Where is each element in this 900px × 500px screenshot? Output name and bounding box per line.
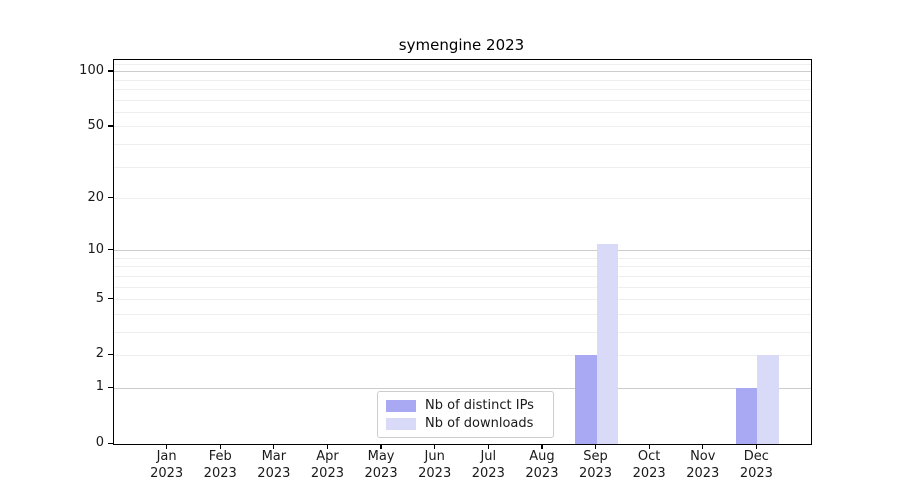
- x-tick-label: May 2023: [351, 449, 411, 482]
- x-tick-label: Feb 2023: [190, 449, 250, 482]
- y-gridline-minor: [114, 287, 811, 288]
- y-gridline-minor: [114, 112, 811, 113]
- y-tick: [108, 387, 113, 388]
- x-tick-label: Jun 2023: [405, 449, 465, 482]
- y-tick-label: 100: [60, 64, 104, 78]
- y-gridline-major: [114, 71, 811, 72]
- y-gridline-major: [114, 388, 811, 389]
- x-tick-label: Apr 2023: [297, 449, 357, 482]
- legend-swatch-downloads: [386, 418, 416, 430]
- y-tick-label: 10: [60, 243, 104, 257]
- y-tick: [108, 70, 113, 71]
- x-tick-label: Dec 2023: [726, 449, 786, 482]
- y-tick: [108, 298, 113, 299]
- x-tick-label: Oct 2023: [619, 449, 679, 482]
- y-gridline-minor: [114, 89, 811, 90]
- legend-item-downloads: Nb of downloads: [386, 416, 543, 431]
- bar-distinct-ips: [575, 355, 596, 444]
- plot-layer: [114, 60, 811, 444]
- y-gridline-minor: [114, 258, 811, 259]
- x-tick-label: Aug 2023: [512, 449, 572, 482]
- x-tick-label: Mar 2023: [244, 449, 304, 482]
- legend-swatch-distinct-ips: [386, 400, 416, 412]
- y-tick: [108, 197, 113, 198]
- y-gridline-minor: [114, 355, 811, 356]
- bar-downloads: [757, 355, 778, 444]
- y-gridline-major: [114, 250, 811, 251]
- y-gridline-minor: [114, 167, 811, 168]
- y-gridline-minor: [114, 100, 811, 101]
- y-tick: [108, 443, 113, 444]
- y-gridline-minor: [114, 126, 811, 127]
- bar-distinct-ips: [736, 388, 757, 444]
- x-tick-label: Nov 2023: [673, 449, 733, 482]
- y-gridline-minor: [114, 80, 811, 81]
- y-gridline-minor: [114, 332, 811, 333]
- y-gridline-minor: [114, 198, 811, 199]
- y-gridline-minor: [114, 64, 811, 65]
- legend-item-distinct-ips: Nb of distinct IPs: [386, 398, 543, 413]
- y-gridline-minor: [114, 266, 811, 267]
- plot-area: [113, 59, 812, 445]
- y-tick: [108, 354, 113, 355]
- y-gridline-minor: [114, 299, 811, 300]
- y-tick-label: 50: [60, 119, 104, 133]
- y-tick: [108, 249, 113, 250]
- chart-figure: symengine 2023 0 1 2 5 10 20 50 100 Jan 2023Feb…: [0, 0, 900, 500]
- y-gridline-minor: [114, 314, 811, 315]
- legend: Nb of distinct IPs Nb of downloads: [377, 391, 554, 438]
- y-tick: [108, 125, 113, 126]
- x-tick-label: Jul 2023: [458, 449, 518, 482]
- legend-label-distinct-ips: Nb of distinct IPs: [425, 398, 534, 413]
- y-tick-label: 2: [60, 347, 104, 361]
- y-tick-label: 0: [60, 436, 104, 450]
- y-gridline-minor: [114, 144, 811, 145]
- legend-label-downloads: Nb of downloads: [425, 416, 533, 431]
- x-tick-label: Jan 2023: [137, 449, 197, 482]
- bar-downloads: [597, 244, 618, 444]
- x-tick-label: Sep 2023: [566, 449, 626, 482]
- y-tick-label: 1: [60, 380, 104, 394]
- y-tick-label: 20: [60, 191, 104, 205]
- chart-title: symengine 2023: [113, 36, 810, 54]
- y-tick-label: 5: [60, 292, 104, 306]
- y-gridline-minor: [114, 276, 811, 277]
